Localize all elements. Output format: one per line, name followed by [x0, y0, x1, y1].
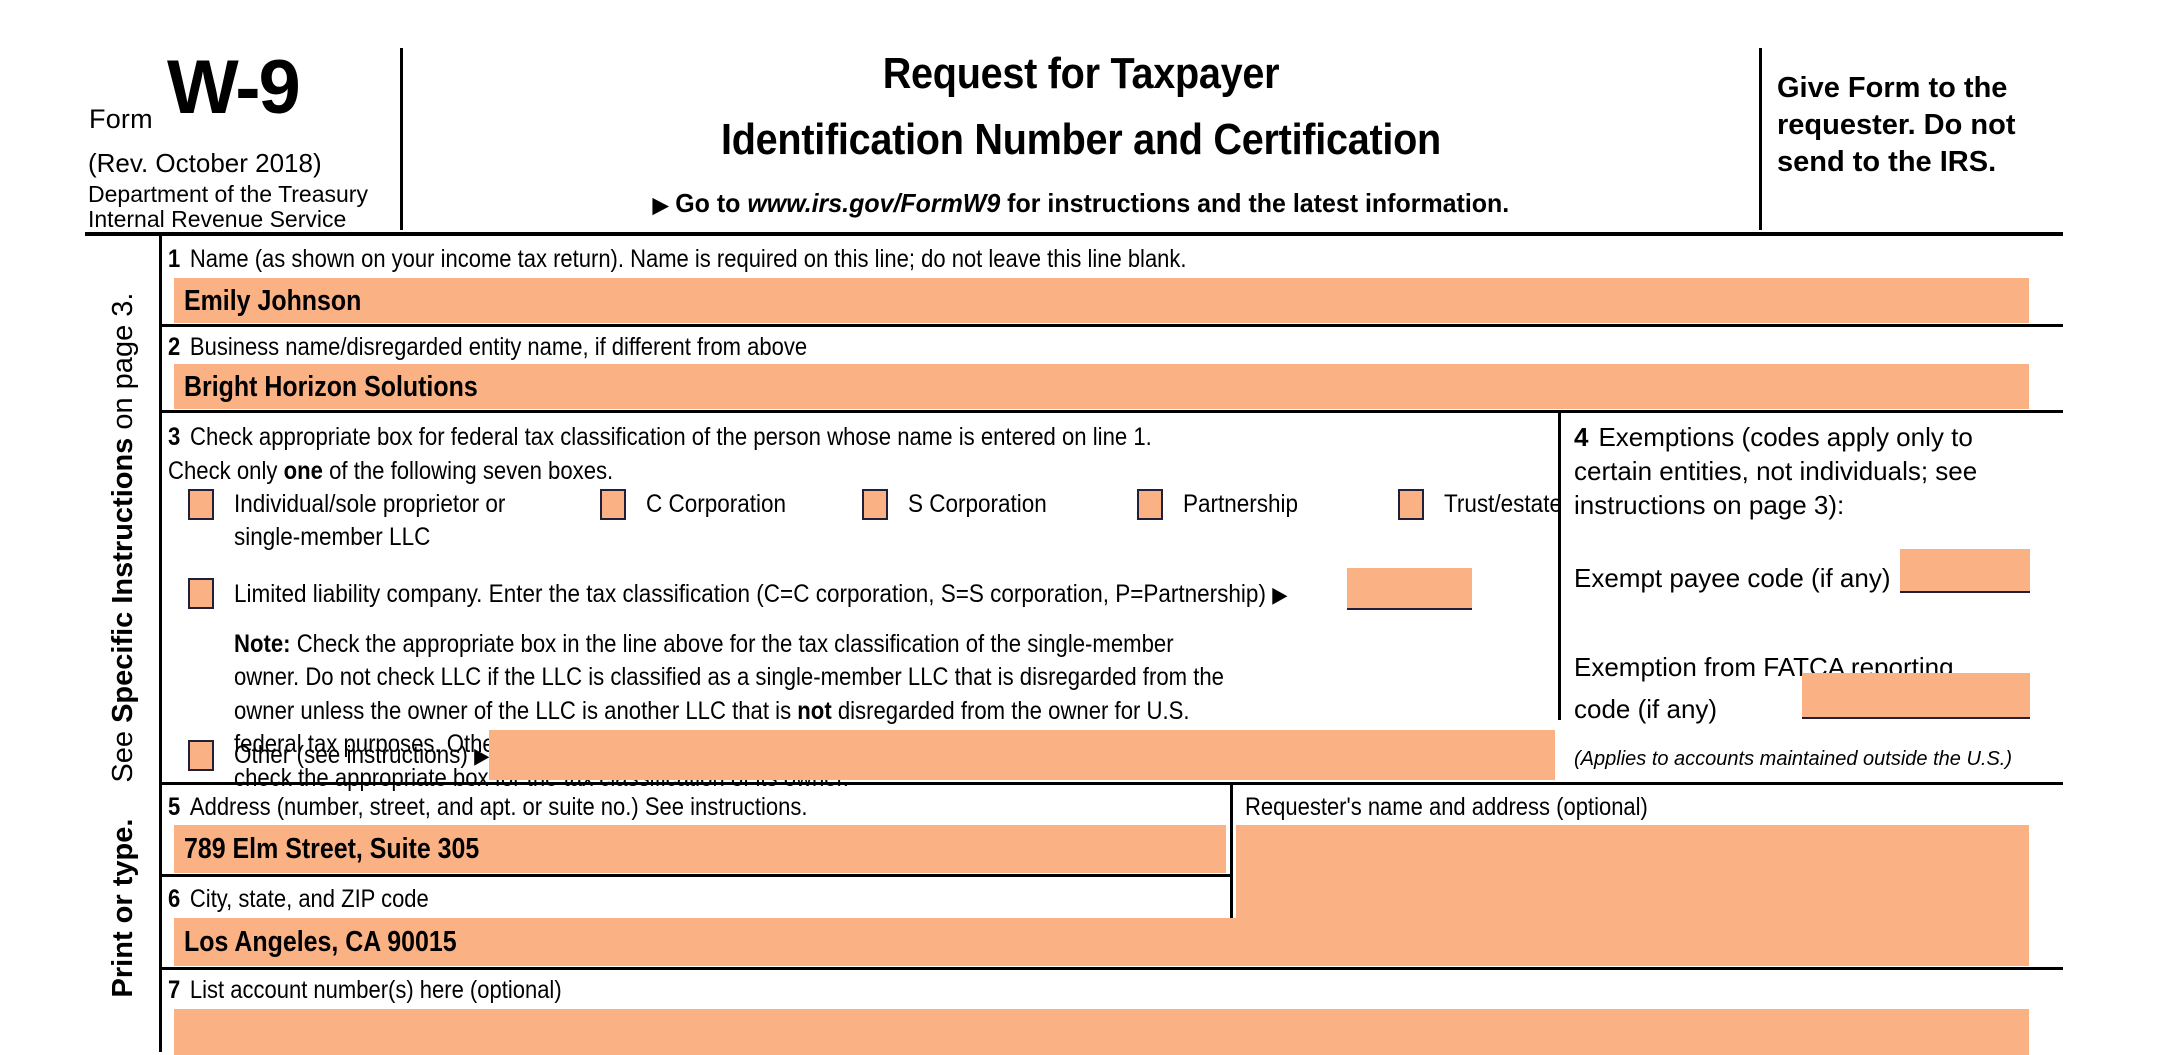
line5-label: 5 Address (number, street, and apt. or su… [168, 793, 807, 822]
goto-prefix-text: Go to [675, 187, 741, 218]
llc-input-underline [1347, 608, 1472, 610]
line7-label: 7 List account number(s) here (optional) [168, 976, 562, 1005]
sidebar-page-text: on page 3. [106, 292, 139, 438]
header-left-block: Form W-9 (Rev. October 2018) Department … [85, 34, 400, 233]
line3-instruction: 3 Check appropriate box for federal tax c… [168, 421, 1186, 488]
line3-note-bold: not [797, 696, 832, 725]
goto-suffix-text: for instructions and the latest informat… [1007, 187, 1510, 218]
line3-instruction-bold: one [283, 456, 323, 485]
line1-number: 1 [168, 245, 181, 273]
llc-tax-classification-input[interactable] [1347, 568, 1472, 608]
other-description-input[interactable] [489, 730, 1555, 780]
exempt-payee-code-input[interactable] [1900, 549, 2030, 591]
line4-number: 4 [1574, 422, 1589, 452]
fatca-reporting-label-line2: code (if any) [1574, 694, 1718, 724]
checkbox-c-corporation-label: C Corporation [646, 490, 787, 518]
form-word-label: Form [89, 104, 153, 134]
sidebar-specific-instructions-bold: Specific Instructions [106, 437, 139, 723]
goto-instructions-line: ▶ Go to www.irs.gov/FormW9 for instructi… [430, 188, 1732, 219]
checkbox-individual[interactable] [188, 489, 214, 520]
line1-name-input[interactable] [174, 278, 2029, 323]
line7-label-text: List account number(s) here (optional) [189, 976, 562, 1004]
right-triangle-icon: ▶ [652, 193, 669, 217]
line4-label: 4 Exemptions (codes apply only to [1574, 421, 1973, 455]
checkbox-s-corporation[interactable] [862, 489, 888, 520]
requester-name-address-input[interactable] [1236, 825, 2029, 966]
line1-bottom-rule [162, 324, 2063, 327]
checkbox-individual-label-line2: single-member LLC [234, 523, 431, 551]
w9-form: Form W-9 (Rev. October 2018) Department … [0, 0, 2160, 1055]
exempt-payee-code-label: Exempt payee code (if any) [1574, 563, 1891, 593]
exempt-payee-code-underline [1900, 591, 2030, 593]
line5-address-value: 789 Elm Street, Suite 305 [184, 833, 480, 865]
line2-label: 2 Business name/disregarded entity name, … [168, 333, 807, 362]
checkbox-partnership[interactable] [1137, 489, 1163, 520]
line1-name-value: Emily Johnson [184, 285, 362, 317]
form-number-title: W-9 [167, 45, 301, 130]
line1-label-text: Name (as shown on your income tax return… [189, 245, 1187, 273]
other-label-text: Other (see instructions) [234, 741, 468, 769]
line6-city-state-zip-value: Los Angeles, CA 90015 [184, 926, 457, 958]
line6-label-text: City, state, and ZIP code [189, 885, 429, 913]
checkbox-individual-label: Individual/sole proprietor or single-mem… [234, 488, 505, 554]
line3-number: 3 [168, 423, 181, 451]
line5-label-text: Address (number, street, and apt. or sui… [189, 793, 808, 821]
sidebar-print-or-type: Print or type. See Specific Instructions… [85, 236, 162, 1052]
line1-label: 1 Name (as shown on your income tax retur… [168, 245, 1187, 274]
line5-number: 5 [168, 793, 181, 821]
fatca-code-underline [1802, 717, 2030, 719]
line3-instruction-b: of the following seven boxes. [322, 456, 614, 485]
fatca-applies-note: (Applies to accounts maintained outside … [1574, 748, 2013, 770]
line2-business-name-value: Bright Horizon Solutions [184, 371, 478, 403]
line5-top-rule [162, 782, 2063, 785]
checkbox-trust-estate[interactable] [1398, 489, 1424, 520]
other-right-triangle-icon: ▶ [474, 743, 490, 768]
line6-number: 6 [168, 885, 181, 913]
department-treasury-label: Department of the Treasury [88, 181, 368, 207]
give-form-to-requester-note: Give Form to the requester. Do not send … [1777, 72, 2016, 179]
line4-label-line3-row: instructions on page 3): [1574, 490, 1845, 520]
checkbox-other[interactable] [188, 740, 214, 771]
line7-number: 7 [168, 976, 181, 1004]
header-center-block: Request for Taxpayer Identification Numb… [403, 34, 1759, 219]
sidebar-specific-instructions-label: See Specific Instructions on page 3. [107, 293, 140, 783]
checkbox-limited-liability-company[interactable] [188, 578, 214, 609]
line4-label-line2-row: certain entities, not individuals; see [1574, 456, 1978, 486]
line3-line4-divider [1558, 413, 1561, 720]
llc-label-text: Limited liability company. Enter the tax… [234, 580, 1266, 608]
line6-label: 6 City, state, and ZIP code [168, 885, 429, 914]
irs-form-w9-url[interactable]: www.irs.gov/FormW9 [747, 188, 1000, 218]
sidebar-see-text: See [106, 722, 139, 783]
line6-bottom-rule [162, 967, 2063, 970]
line2-bottom-rule [162, 410, 2063, 413]
form-revision-date: (Rev. October 2018) [88, 148, 322, 178]
fatca-code-input[interactable] [1802, 673, 2030, 717]
checkbox-c-corporation[interactable] [600, 489, 626, 520]
checkbox-trust-estate-label: Trust/estate [1444, 490, 1562, 518]
sidebar-print-or-type-label: Print or type. [106, 818, 139, 998]
header-divider-right [1759, 48, 1762, 230]
line4-label-line1: Exemptions (codes apply only to [1598, 422, 1973, 452]
requester-label: Requester's name and address (optional) [1245, 793, 1648, 821]
checkbox-partnership-label: Partnership [1183, 490, 1299, 518]
checkbox-individual-label-line1: Individual/sole proprietor or [234, 490, 506, 518]
llc-label: Limited liability company. Enter the tax… [234, 578, 1287, 611]
other-label: Other (see instructions) ▶ [234, 739, 489, 772]
internal-revenue-service-label: Internal Revenue Service [88, 206, 347, 232]
form-header: Form W-9 (Rev. October 2018) Department … [85, 34, 2060, 234]
llc-right-triangle-icon: ▶ [1272, 582, 1288, 607]
form-title-line-1: Request for Taxpayer [882, 49, 1280, 98]
form-title-line-2: Identification Number and Certification [721, 114, 1441, 164]
line7-account-numbers-input[interactable] [174, 1009, 2029, 1055]
line2-number: 2 [168, 333, 181, 361]
line5-bottom-rule [162, 874, 1230, 877]
line3-note-label: Note: [234, 630, 291, 658]
form-body: 1 Name (as shown on your income tax retur… [162, 236, 2063, 1055]
line2-label-text: Business name/disregarded entity name, i… [189, 333, 808, 361]
checkbox-s-corporation-label: S Corporation [908, 490, 1047, 518]
